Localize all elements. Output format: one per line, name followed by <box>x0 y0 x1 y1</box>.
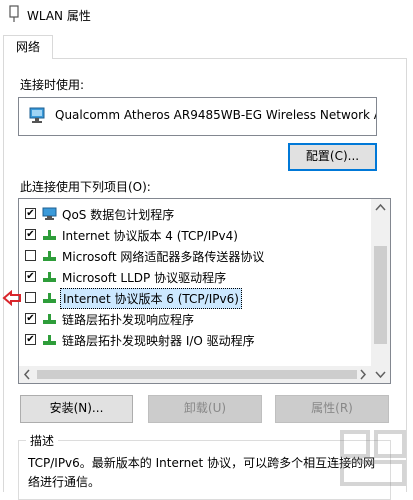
list-item-label: 链路层拓扑发现映射器 I/O 驱动程序 <box>62 334 255 348</box>
protocol-icon <box>43 251 56 261</box>
scroll-up-icon[interactable] <box>371 199 390 216</box>
list-item-ipv6[interactable]: Internet 协议版本 6 (TCP/IPv6) <box>25 287 370 309</box>
network-adapter-icon <box>29 107 45 123</box>
protocol-icon <box>43 230 56 240</box>
wlan-icon <box>9 5 19 22</box>
list-item-lldp[interactable]: ✔ Microsoft LLDP 协议驱动程序 <box>25 266 370 287</box>
properties-button[interactable]: 属性(R) <box>275 395 389 423</box>
checkbox[interactable]: ✔ <box>25 208 36 219</box>
window-title: WLAN 属性 <box>27 9 91 23</box>
checkbox[interactable] <box>25 250 36 261</box>
vertical-scrollbar[interactable] <box>371 199 390 383</box>
uninstall-button[interactable]: 卸载(U) <box>148 395 262 423</box>
install-button[interactable]: 安装(N)... <box>20 395 133 423</box>
list-item-label: 链路层拓扑发现响应程序 <box>62 313 195 327</box>
configure-button[interactable]: 配置(C)... <box>288 143 377 171</box>
checkbox[interactable]: ✔ <box>25 271 36 282</box>
scroll-thumb[interactable] <box>374 246 387 344</box>
list-item-label: Internet 协议版本 4 (TCP/IPv4) <box>62 229 238 243</box>
adapter-name: Qualcomm Atheros AR9485WB-EG Wireless Ne… <box>55 108 377 122</box>
list-item-multiplexor[interactable]: Microsoft 网络适配器多路传送器协议 <box>25 245 370 266</box>
scroll-left-icon[interactable] <box>19 366 36 383</box>
protocol-icon <box>43 335 56 345</box>
protocol-icon <box>43 293 56 303</box>
items-label: 此连接使用下列项目(O): <box>20 180 151 194</box>
protocol-icon <box>43 314 56 324</box>
protocol-icon <box>43 272 56 282</box>
title-bar: WLAN 属性 <box>0 0 413 30</box>
components-list[interactable]: ✔ QoS 数据包计划程序 ✔ Internet 协议版本 4 (TCP/IPv… <box>18 198 391 384</box>
list-item-ipv4[interactable]: ✔ Internet 协议版本 4 (TCP/IPv4) <box>25 224 370 245</box>
red-arrow-icon <box>2 290 21 306</box>
list-item-qos[interactable]: ✔ QoS 数据包计划程序 <box>25 203 370 224</box>
checkbox[interactable]: ✔ <box>25 313 36 324</box>
list-item-label: Internet 协议版本 6 (TCP/IPv6) <box>60 288 242 309</box>
horizontal-scrollbar[interactable] <box>19 366 371 383</box>
scroll-right-icon[interactable] <box>354 366 371 383</box>
list-item-label: Microsoft 网络适配器多路传送器协议 <box>62 250 265 264</box>
list-item-label: Microsoft LLDP 协议驱动程序 <box>62 271 227 285</box>
checkbox[interactable]: ✔ <box>25 229 36 240</box>
adapter-field: Qualcomm Atheros AR9485WB-EG Wireless Ne… <box>18 97 377 136</box>
list-item-lltd-mapper[interactable]: ✔ 链路层拓扑发现映射器 I/O 驱动程序 <box>25 329 370 350</box>
description-text: TCP/IPv6。最新版本的 Internet 协议，可以跨多个相互连接的网络进… <box>28 456 376 489</box>
hscroll-thumb[interactable] <box>37 370 357 379</box>
checkbox[interactable] <box>25 292 36 303</box>
description-title: 描述 <box>26 432 59 449</box>
scroll-down-icon[interactable] <box>371 366 390 383</box>
qos-icon <box>42 207 57 220</box>
list-item-lltd-responder[interactable]: ✔ 链路层拓扑发现响应程序 <box>25 308 370 329</box>
watermark-logo <box>340 430 406 486</box>
checkbox[interactable]: ✔ <box>25 334 36 345</box>
tab-network[interactable]: 网络 <box>3 35 53 59</box>
connect-using-label: 连接时使用: <box>20 78 85 92</box>
list-item-label: QoS 数据包计划程序 <box>62 208 175 222</box>
